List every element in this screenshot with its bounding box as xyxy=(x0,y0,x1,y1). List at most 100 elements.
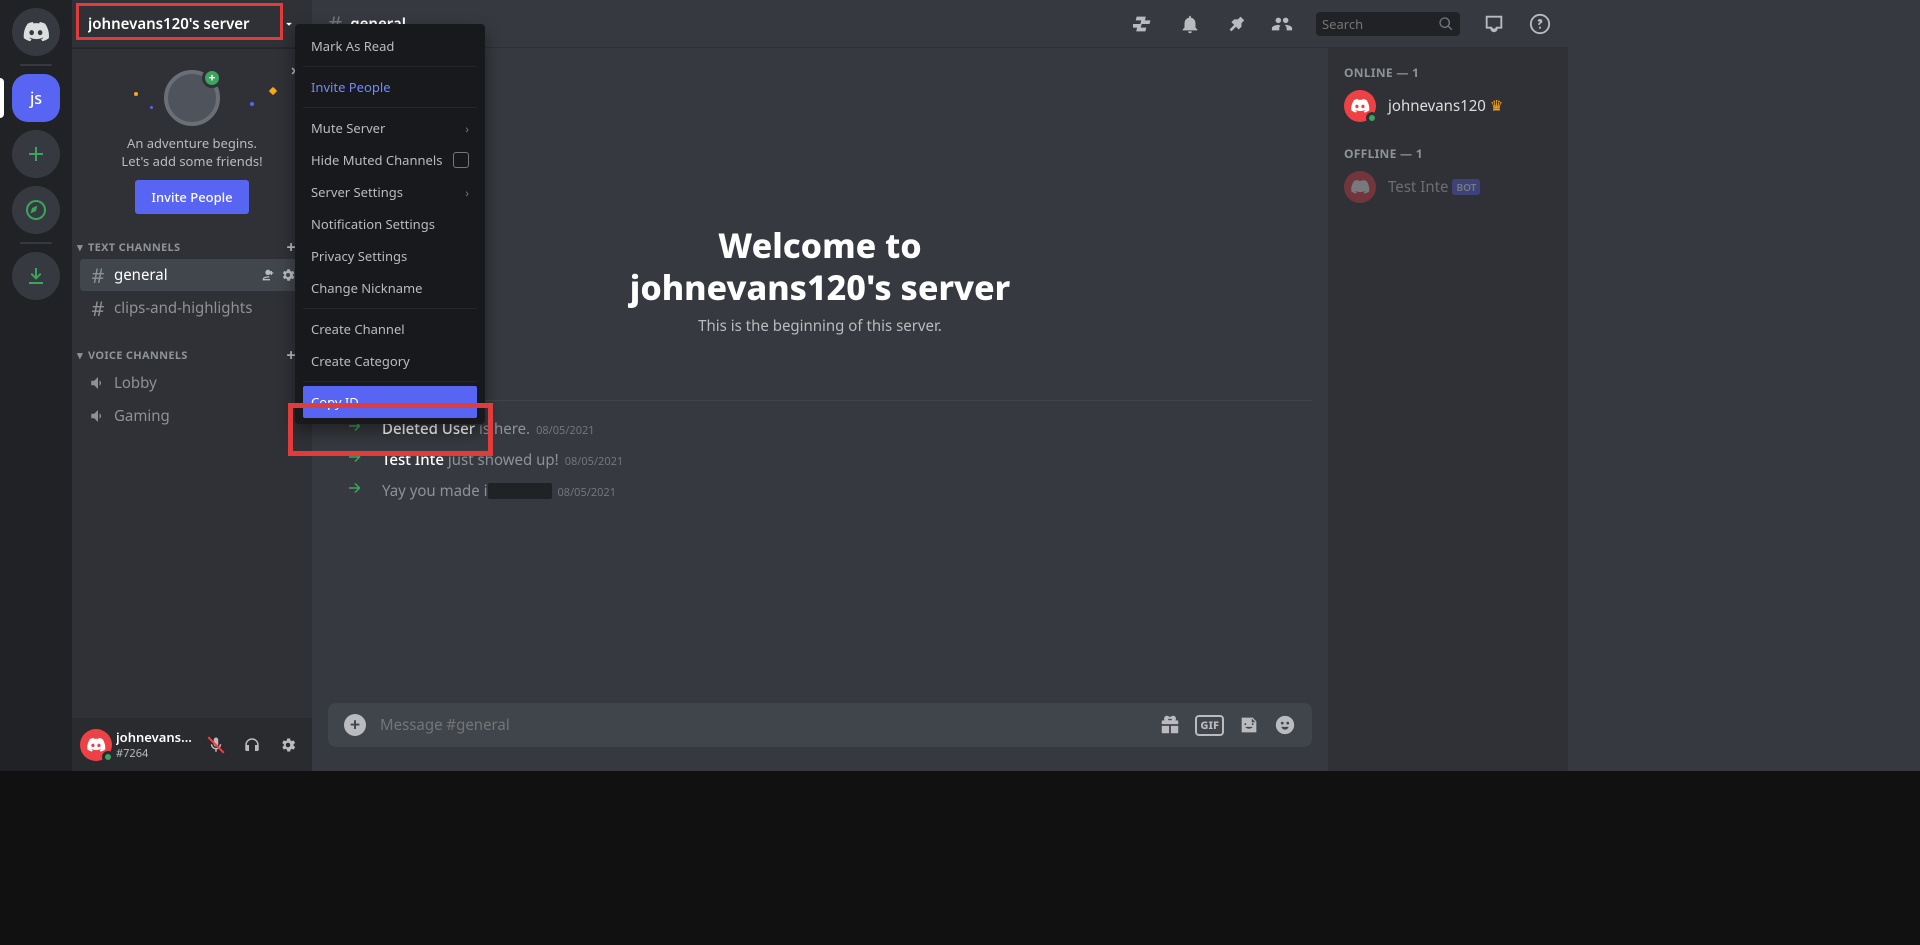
gift-button[interactable] xyxy=(1159,714,1181,736)
pinned-button[interactable] xyxy=(1224,12,1248,36)
menu-label: Mark As Read xyxy=(311,37,394,55)
menu-label: Invite People xyxy=(311,78,391,96)
gif-button[interactable]: GIF xyxy=(1195,715,1224,736)
system-message: Test Inte just showed up!08/05/2021 xyxy=(328,444,1312,475)
menu-mark-as-read[interactable]: Mark As Read xyxy=(303,30,477,62)
inbox-button[interactable] xyxy=(1482,12,1506,36)
menu-label: Server Settings xyxy=(311,183,403,201)
banner-avatar: + xyxy=(164,70,220,126)
members-offline-header: OFFLINE — 1 xyxy=(1336,145,1560,166)
category-label: TEXT CHANNELS xyxy=(88,240,180,255)
member-name: johnevans120 xyxy=(1388,96,1486,116)
self-tag: #7264 xyxy=(116,746,196,761)
menu-label: Privacy Settings xyxy=(311,247,407,265)
emoji-button[interactable] xyxy=(1274,714,1296,736)
chevron-down-icon xyxy=(282,17,296,31)
speaker-icon xyxy=(88,407,108,425)
message-input[interactable] xyxy=(380,715,1145,735)
mute-button[interactable] xyxy=(200,729,232,761)
menu-hide-muted[interactable]: Hide Muted Channels xyxy=(303,144,477,176)
attach-button[interactable]: + xyxy=(344,714,366,736)
server-name: johnevans120's server xyxy=(88,14,250,34)
plus-badge-icon: + xyxy=(202,68,222,88)
channel-name: Lobby xyxy=(114,373,157,393)
invite-banner: + An adventure begins. Let's add some fr… xyxy=(72,54,312,230)
self-avatar[interactable] xyxy=(80,729,112,761)
menu-server-settings[interactable]: Server Settings › xyxy=(303,176,477,208)
menu-change-nickname[interactable]: Change Nickname xyxy=(303,272,477,304)
system-message: Yay you made i08/05/2021 xyxy=(328,475,1312,506)
main-panel: # general Welcome tojohnevans120's serve… xyxy=(312,0,1568,771)
decoration-dot xyxy=(269,87,277,95)
message-date: 08/05/2021 xyxy=(565,454,624,469)
system-text: Test Inte just showed up!08/05/2021 xyxy=(382,450,623,470)
members-online-header: ONLINE — 1 xyxy=(1336,64,1560,85)
menu-privacy-settings[interactable]: Privacy Settings xyxy=(303,240,477,272)
menu-label: Create Channel xyxy=(311,320,405,338)
member-johnevans120[interactable]: johnevans120 ♛ xyxy=(1336,85,1560,127)
menu-label: Create Category xyxy=(311,352,410,370)
status-online-icon xyxy=(102,751,114,763)
avatar xyxy=(1344,171,1376,203)
message-input-area: + GIF xyxy=(312,703,1328,771)
voice-lobby[interactable]: Lobby xyxy=(80,367,304,399)
add-server-button[interactable] xyxy=(12,130,60,178)
menu-separator xyxy=(303,381,477,382)
category-text-channels[interactable]: ▾ TEXT CHANNELS + xyxy=(72,230,312,258)
self-username: johnevans120 xyxy=(116,728,196,746)
help-button[interactable] xyxy=(1528,12,1552,36)
member-list: ONLINE — 1 johnevans120 ♛ OFFLINE — 1 Te… xyxy=(1328,48,1568,771)
menu-invite-people[interactable]: Invite People xyxy=(303,71,477,103)
welcome-title-server: johnevans120's server xyxy=(630,264,1010,310)
settings-button[interactable] xyxy=(272,729,304,761)
menu-label: Hide Muted Channels xyxy=(311,151,442,169)
threads-button[interactable] xyxy=(1132,12,1156,36)
server-header[interactable]: johnevans120's server xyxy=(72,0,312,48)
channel-general[interactable]: # general xyxy=(80,259,304,291)
self-info[interactable]: johnevans120 #7264 xyxy=(116,728,196,761)
member-test-inte[interactable]: Test Inte BOT xyxy=(1336,166,1560,208)
server-separator xyxy=(20,242,52,244)
server-johnevans120[interactable]: js xyxy=(12,74,60,122)
sticker-button[interactable] xyxy=(1238,714,1260,736)
menu-create-category[interactable]: Create Category xyxy=(303,345,477,377)
decoration-dot xyxy=(150,106,153,109)
menu-mute-server[interactable]: Mute Server› xyxy=(303,112,477,144)
menu-create-channel[interactable]: Create Channel xyxy=(303,313,477,345)
invite-people-button[interactable]: Invite People xyxy=(135,180,248,214)
notifications-button[interactable] xyxy=(1178,12,1202,36)
voice-gaming[interactable]: Gaming xyxy=(80,400,304,432)
menu-label: Notification Settings xyxy=(311,215,435,233)
channel-clips[interactable]: # clips-and-highlights xyxy=(80,292,304,324)
channel-name: Gaming xyxy=(114,406,170,426)
menu-separator xyxy=(303,107,477,108)
decoration-dot xyxy=(250,102,254,106)
menu-separator xyxy=(303,308,477,309)
search-icon xyxy=(1438,16,1454,32)
user-panel: johnevans120 #7264 xyxy=(72,718,312,771)
category-label: VOICE CHANNELS xyxy=(88,348,188,363)
menu-copy-id[interactable]: Copy ID xyxy=(303,386,477,418)
menu-label: Change Nickname xyxy=(311,279,423,297)
welcome-title-top: Welcome to xyxy=(718,222,921,268)
caret-right-icon: › xyxy=(465,184,469,201)
home-button[interactable] xyxy=(12,8,60,56)
system-text: Yay you made i08/05/2021 xyxy=(382,481,616,501)
chevron-down-icon: ▾ xyxy=(74,240,86,255)
invite-icon[interactable] xyxy=(258,267,274,283)
gear-icon[interactable] xyxy=(280,267,296,283)
checkbox-icon xyxy=(453,152,469,168)
message-date: 08/05/2021 xyxy=(536,423,595,438)
member-list-button[interactable] xyxy=(1270,12,1294,36)
server-initials: js xyxy=(30,87,42,109)
search-box[interactable] xyxy=(1316,12,1460,36)
deafen-button[interactable] xyxy=(236,729,268,761)
search-input[interactable] xyxy=(1322,15,1438,33)
bot-badge: BOT xyxy=(1452,179,1480,195)
category-voice-channels[interactable]: ▾ VOICE CHANNELS + xyxy=(72,338,312,366)
member-name: Test Inte xyxy=(1388,177,1448,197)
channel-topbar: # general xyxy=(312,0,1568,48)
download-apps-button[interactable] xyxy=(12,252,60,300)
menu-notification-settings[interactable]: Notification Settings xyxy=(303,208,477,240)
explore-servers-button[interactable] xyxy=(12,186,60,234)
